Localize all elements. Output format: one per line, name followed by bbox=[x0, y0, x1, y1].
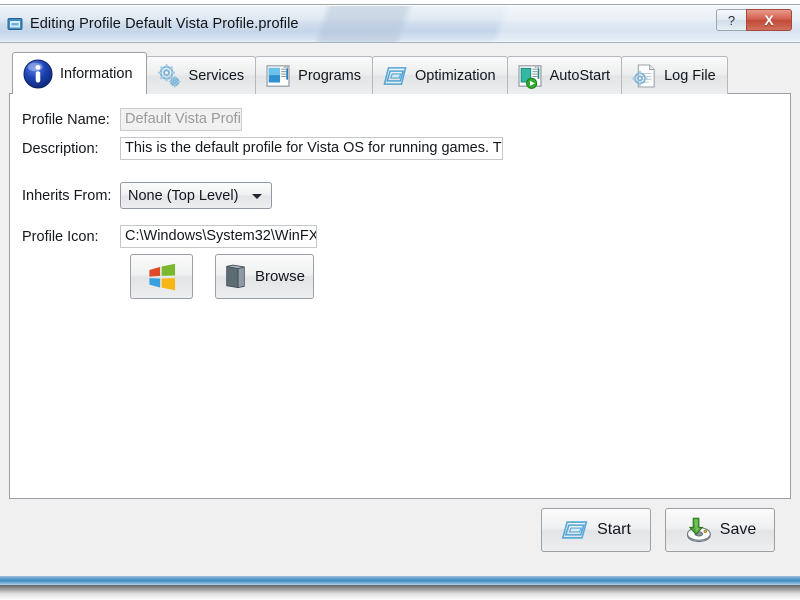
browse-button-label: Browse bbox=[254, 268, 305, 285]
profile-icon-preview-button[interactable] bbox=[130, 254, 193, 299]
inherits-from-value: None (Top Level) bbox=[128, 187, 239, 204]
dialog-action-bar: Start Save bbox=[9, 499, 791, 552]
gears-icon bbox=[157, 63, 181, 88]
profile-icon-row: Profile Icon: C:\Windows\System32\WinFX bbox=[22, 225, 317, 248]
tab-label: Log File bbox=[664, 67, 716, 84]
profile-icon-buttons: Browse bbox=[130, 254, 314, 299]
profile-name-input[interactable]: Default Vista Profi bbox=[120, 108, 242, 131]
tab-label: Information bbox=[60, 65, 133, 82]
save-button[interactable]: Save bbox=[665, 508, 775, 552]
start-button-label: Start bbox=[597, 521, 631, 538]
tab-label: Programs bbox=[298, 67, 362, 84]
windows-logo-icon bbox=[148, 263, 175, 290]
window-title: Editing Profile Default Vista Profile.pr… bbox=[30, 15, 299, 32]
start-window-icon bbox=[561, 521, 588, 539]
tab-programs[interactable]: Programs bbox=[255, 56, 374, 94]
program-window-icon bbox=[266, 64, 290, 87]
profile-name-row: Profile Name: Default Vista Profi bbox=[22, 108, 242, 131]
profile-icon-path-input[interactable]: C:\Windows\System32\WinFX bbox=[120, 225, 317, 248]
profile-icon-label: Profile Icon: bbox=[22, 228, 99, 245]
help-button[interactable]: ? bbox=[716, 9, 746, 31]
description-label: Description: bbox=[22, 140, 99, 157]
tab-autostart[interactable]: AutoStart bbox=[506, 56, 623, 94]
tab-optimization[interactable]: Optimization bbox=[372, 56, 508, 94]
tab-log-file[interactable]: Log File bbox=[621, 56, 728, 94]
information-tab-panel: Profile Name: Default Vista Profi Descri… bbox=[9, 93, 791, 499]
inherits-from-label: Inherits From: bbox=[22, 187, 112, 204]
tab-label: Services bbox=[188, 67, 245, 84]
window-drop-shadow bbox=[0, 585, 800, 600]
info-circle-icon bbox=[23, 58, 53, 89]
title-bar[interactable]: Editing Profile Default Vista Profile.pr… bbox=[0, 5, 800, 43]
document-gear-icon bbox=[632, 64, 655, 87]
save-button-label: Save bbox=[719, 521, 757, 538]
inherits-from-select[interactable]: None (Top Level) bbox=[120, 182, 272, 209]
stacked-panes-icon bbox=[383, 66, 407, 85]
folder-icon bbox=[226, 264, 245, 288]
inherits-from-row: Inherits From: None (Top Level) bbox=[22, 182, 272, 209]
save-disk-arrow-icon bbox=[686, 517, 711, 543]
window-controls: ? X bbox=[716, 9, 792, 31]
browse-button[interactable]: Browse bbox=[215, 254, 314, 299]
tab-services[interactable]: Services bbox=[145, 56, 257, 94]
tab-strip: Information Services Programs Optimizati… bbox=[9, 52, 791, 94]
window-play-icon bbox=[518, 64, 542, 89]
chevron-down-icon bbox=[252, 193, 262, 199]
tab-information[interactable]: Information bbox=[12, 52, 147, 94]
tab-label: Optimization bbox=[415, 67, 496, 84]
application-window: Editing Profile Default Vista Profile.pr… bbox=[0, 4, 800, 580]
close-button[interactable]: X bbox=[746, 9, 792, 31]
client-area: Information Services Programs Optimizati… bbox=[0, 43, 800, 579]
window-bottom-accent-bar bbox=[0, 576, 800, 585]
description-input[interactable]: This is the default profile for Vista OS… bbox=[120, 137, 503, 160]
application-window-icon bbox=[7, 17, 23, 30]
description-row: Description: This is the default profile… bbox=[22, 137, 503, 160]
desktop-background: Editing Profile Default Vista Profile.pr… bbox=[0, 0, 800, 600]
start-button[interactable]: Start bbox=[541, 508, 651, 552]
tab-label: AutoStart bbox=[549, 67, 611, 84]
profile-name-label: Profile Name: bbox=[22, 111, 110, 128]
